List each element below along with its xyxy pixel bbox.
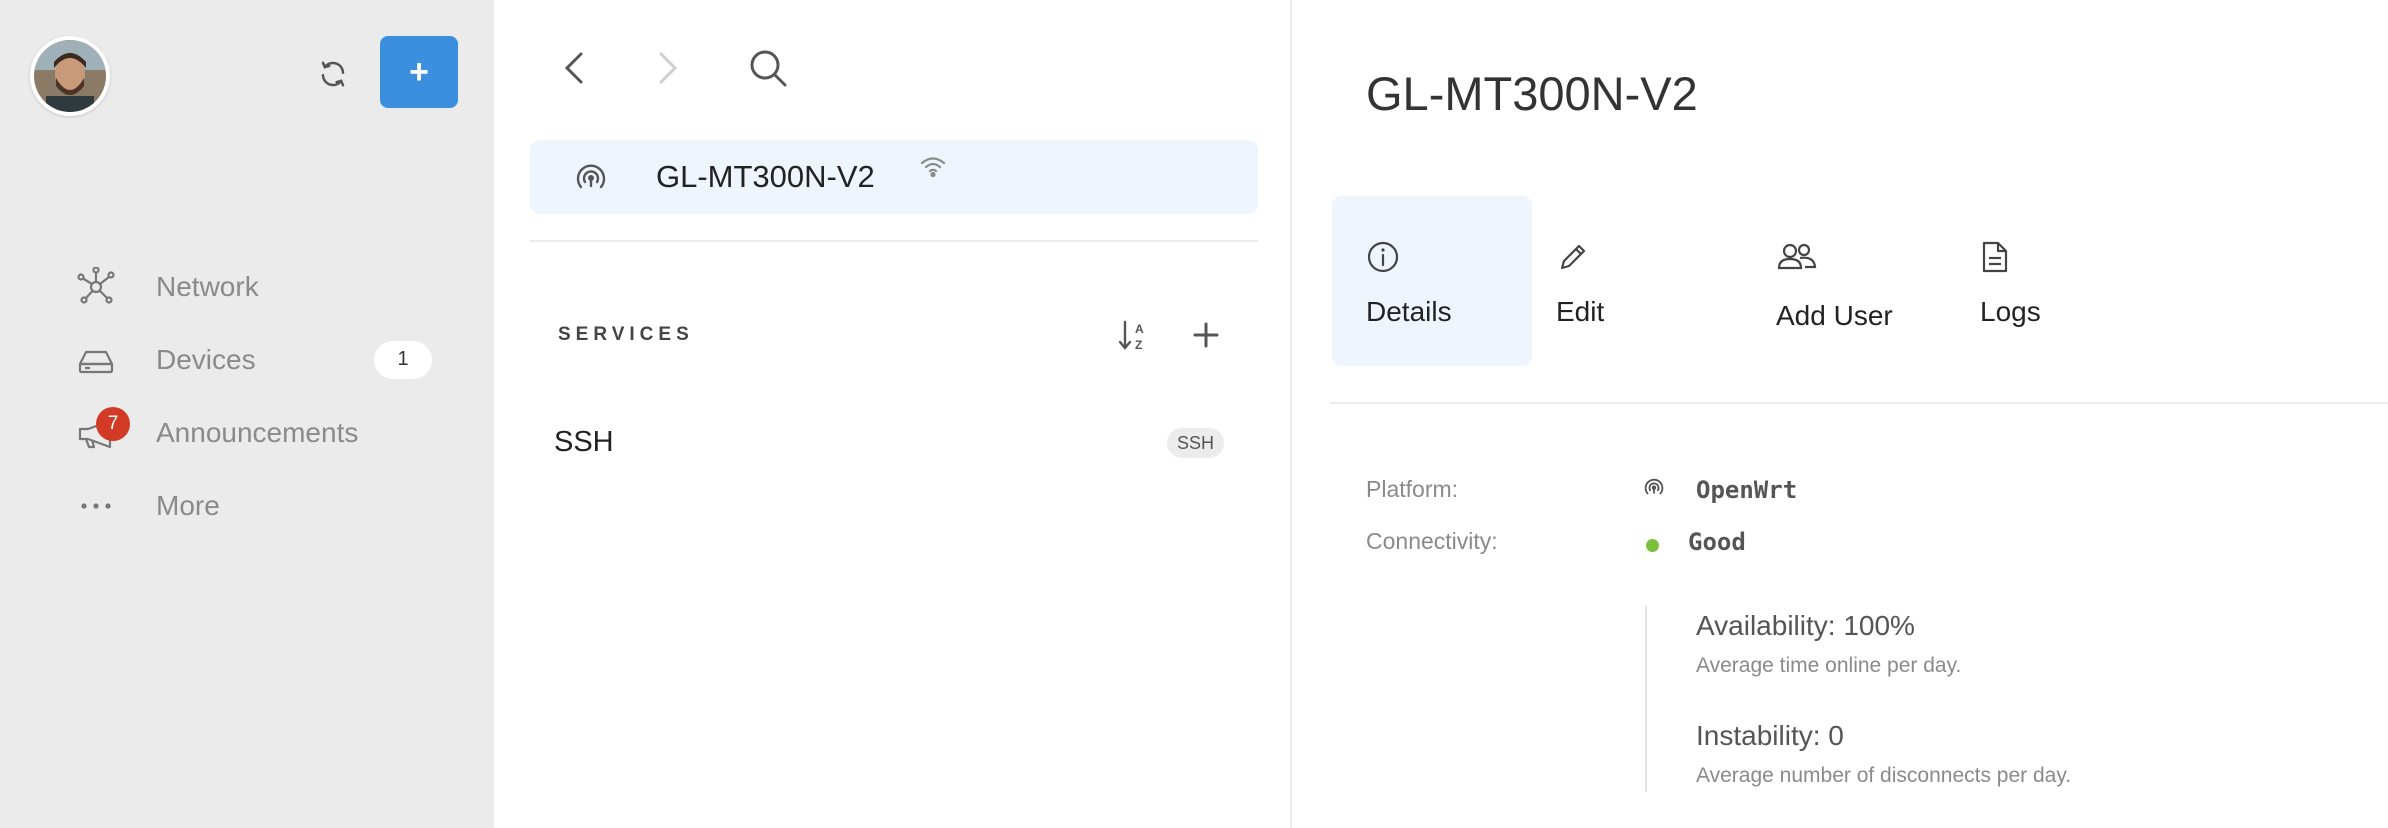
tab-label-logs: Logs [1980, 296, 2041, 327]
pencil-icon [1560, 244, 1586, 270]
sort-alpha-icon: A Z [1118, 320, 1144, 352]
announcements-badge: 7 [96, 406, 130, 441]
add-button-label: + [409, 53, 429, 91]
svg-text:A: A [1135, 322, 1144, 336]
nav-item-more[interactable]: More [72, 469, 432, 542]
nav-label-more: More [156, 489, 220, 521]
nav-label-network: Network [156, 270, 259, 302]
stats-rule [1645, 606, 1647, 792]
add-service-button[interactable] [1186, 315, 1226, 355]
device-list-panel: GL-MT300N-V2 SERVICES A Z SSH SSH [494, 0, 1292, 828]
openwrt-icon [1644, 478, 1664, 495]
more-icon [72, 482, 120, 530]
svg-text:Z: Z [1135, 338, 1142, 352]
chevron-left-icon [564, 52, 583, 84]
device-list-item[interactable]: GL-MT300N-V2 [530, 140, 1258, 214]
nav-label-announcements: Announcements [156, 416, 359, 448]
router-icon [72, 336, 120, 384]
forward-button[interactable] [644, 44, 692, 92]
wifi-icon [920, 157, 946, 178]
sort-button[interactable]: A Z [1114, 315, 1154, 355]
search-button[interactable] [744, 44, 792, 92]
sidebar: + Network Devices 1 7 Announcements More [0, 0, 494, 828]
service-tag: SSH [1166, 428, 1224, 458]
tab-label-edit: Edit [1556, 296, 1605, 327]
instability-title: Instability: 0 [1696, 720, 1844, 751]
tab-details[interactable]: Details [1332, 196, 1532, 366]
network-icon [72, 263, 120, 311]
nav-item-announcements[interactable]: 7 Announcements [72, 396, 432, 469]
availability-description: Average time online per day. [1696, 654, 1962, 677]
tab-edit[interactable]: Edit [1538, 196, 1738, 366]
nav-item-network[interactable]: Network [72, 250, 432, 323]
instability-description: Average number of disconnects per day. [1696, 764, 2072, 787]
users-icon [1777, 243, 1817, 270]
devices-count-badge: 1 [374, 340, 432, 379]
document-icon [1982, 241, 2008, 273]
tab-label-details: Details [1366, 296, 1452, 327]
tab-label-add-user: Add User [1776, 300, 1893, 331]
device-name: GL-MT300N-V2 [656, 159, 875, 194]
nav-item-devices[interactable]: Devices 1 [72, 323, 432, 396]
refresh-button[interactable] [314, 55, 352, 93]
refresh-icon [321, 61, 345, 87]
nav-label-devices: Devices [156, 343, 256, 375]
openwrt-icon [576, 164, 606, 189]
plus-icon [1193, 322, 1219, 348]
add-button[interactable]: + [380, 36, 458, 108]
connectivity-label: Connectivity: [1366, 528, 1498, 554]
detail-title: GL-MT300N-V2 [1366, 67, 1698, 120]
status-dot [1646, 539, 1659, 552]
platform-label: Platform: [1366, 476, 1459, 502]
user-avatar[interactable] [30, 36, 110, 116]
tab-logs[interactable]: Logs [1946, 196, 2126, 366]
connectivity-value: Good [1688, 528, 1746, 556]
tab-add-user[interactable]: Add User [1742, 196, 1942, 366]
service-name: SSH [554, 426, 614, 458]
megaphone-icon: 7 [72, 406, 130, 457]
main-nav: Network Devices 1 7 Announcements More [72, 250, 432, 542]
service-list-item[interactable]: SSH SSH [530, 414, 1258, 472]
info-icon [1367, 241, 1399, 273]
services-heading: SERVICES [558, 324, 694, 345]
list-divider [530, 240, 1258, 242]
search-icon [750, 50, 787, 87]
platform-value: OpenWrt [1696, 476, 1798, 504]
chevron-right-icon [659, 52, 678, 84]
availability-title: Availability: 100% [1696, 610, 1915, 641]
back-button[interactable] [550, 44, 598, 92]
tabs-divider [1330, 402, 2388, 404]
avatar-image [34, 40, 106, 112]
